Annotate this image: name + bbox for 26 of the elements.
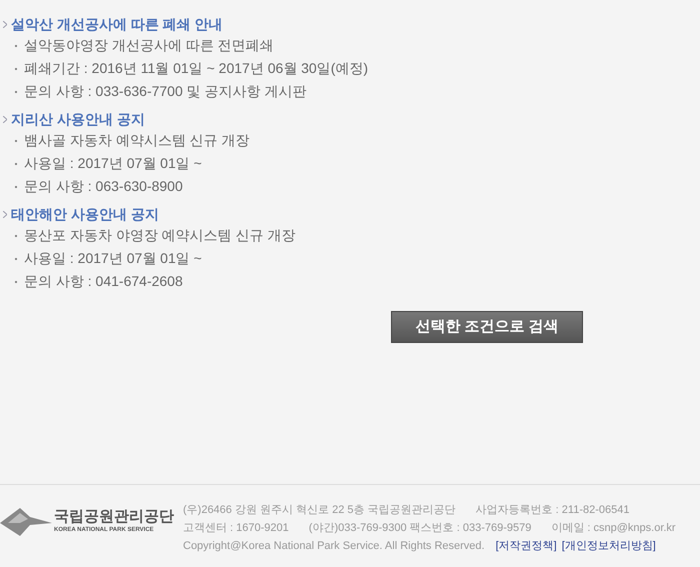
notice-item: 문의 사항 : 063-630-8900 [24, 177, 183, 196]
notice-item: 설악동야영장 개선공사에 따른 전면폐쇄 [24, 36, 274, 55]
notice-title: 지리산 사용안내 공지 [11, 110, 145, 129]
notice-item: 몽산포 자동차 야영장 예약시스템 신규 개장 [24, 226, 296, 245]
footer-info: 이메일 : csnp@knps.or.kr [551, 521, 676, 536]
logo-name: 국립공원관리공단 [54, 508, 174, 526]
notice-item: 문의 사항 : 041-674-2608 [24, 272, 183, 291]
footer-info: (야간)033-769-9300 팩스번호 : 033-769-9579 [308, 521, 532, 536]
footer-info: (우)26466 강원 원주시 혁신로 22 5층 국립공원관리공단 [183, 503, 456, 518]
chevron-icon [3, 116, 7, 122]
chevron-icon [3, 20, 7, 28]
notice-title: 태안해안 사용안내 공지 [11, 205, 159, 224]
notice-item: 사용일 : 2017년 07월 01일 ~ [24, 249, 202, 268]
footer-link[interactable]: [개인정보처리방침] [562, 537, 656, 555]
notice-item: 사용일 : 2017년 07월 01일 ~ [24, 154, 202, 173]
notice-item: 뱀사골 자동차 예약시스템 신규 개장 [24, 131, 250, 150]
notice-item: 문의 사항 : 033-636-7700 및 공지사항 게시판 [24, 82, 306, 101]
footer-info: 고객센터 : 1670-9201 [183, 521, 289, 536]
footer-info: 사업자등록번호 : 211-82-06541 [476, 503, 630, 518]
notice-item: 폐쇄기간 : 2016년 11월 01일 ~ 2017년 06월 30일(예정) [24, 59, 368, 78]
mountain-logo-icon [0, 505, 52, 537]
copyright-text: Copyright@Korea National Park Service. All Rights Reserved. [183, 539, 485, 554]
search-button[interactable]: 선택한 조건으로 검색 [391, 311, 583, 343]
footer-link[interactable]: [저작권정책] [496, 537, 557, 555]
notice-title: 설악산 개선공사에 따른 폐쇄 안내 [11, 15, 223, 34]
chevron-icon [3, 210, 7, 218]
